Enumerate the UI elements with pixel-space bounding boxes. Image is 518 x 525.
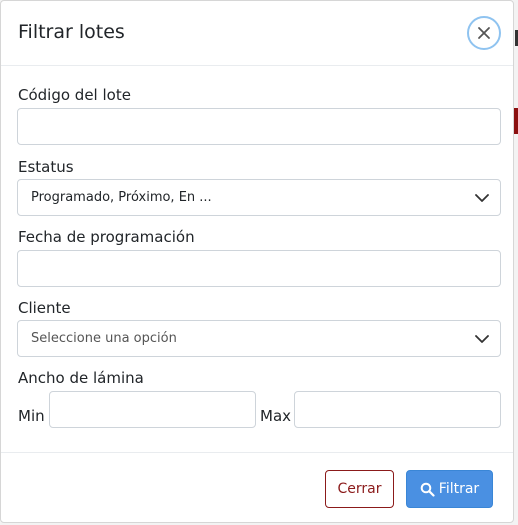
max-label: Max <box>260 407 292 425</box>
fecha-programacion-label: Fecha de programación <box>18 228 195 246</box>
fecha-programacion-input[interactable] <box>17 250 501 287</box>
estatus-selected-value: Programado, Próximo, En ... <box>31 190 212 205</box>
estatus-label: Estatus <box>18 158 74 176</box>
ancho-max-input[interactable] <box>294 391 501 428</box>
filtrar-button[interactable]: Filtrar <box>406 470 493 508</box>
close-button[interactable] <box>467 16 501 50</box>
estatus-select[interactable]: Programado, Próximo, En ... <box>17 179 501 216</box>
ancho-lamina-label: Ancho de lámina <box>18 369 144 387</box>
codigo-lote-input[interactable] <box>17 108 501 145</box>
cliente-selected-value: Seleccione una opción <box>31 331 177 346</box>
cerrar-button[interactable]: Cerrar <box>325 470 394 508</box>
ancho-min-input[interactable] <box>49 391 256 428</box>
search-icon <box>420 482 435 497</box>
filter-modal: Filtrar lotes Código del lote Estatus Pr… <box>0 0 514 523</box>
cliente-select[interactable]: Seleccione una opción <box>17 320 501 357</box>
cliente-label: Cliente <box>18 299 71 317</box>
modal-footer: Cerrar Filtrar <box>1 452 513 523</box>
chevron-down-icon <box>475 194 489 202</box>
filtrar-button-label: Filtrar <box>438 481 480 497</box>
background-edge-fragment-red <box>514 108 518 134</box>
codigo-lote-label: Código del lote <box>18 86 131 104</box>
modal-title: Filtrar lotes <box>18 21 125 43</box>
close-icon <box>478 27 490 39</box>
modal-header: Filtrar lotes <box>1 1 513 66</box>
min-label: Min <box>18 407 45 425</box>
chevron-down-icon <box>475 335 489 343</box>
